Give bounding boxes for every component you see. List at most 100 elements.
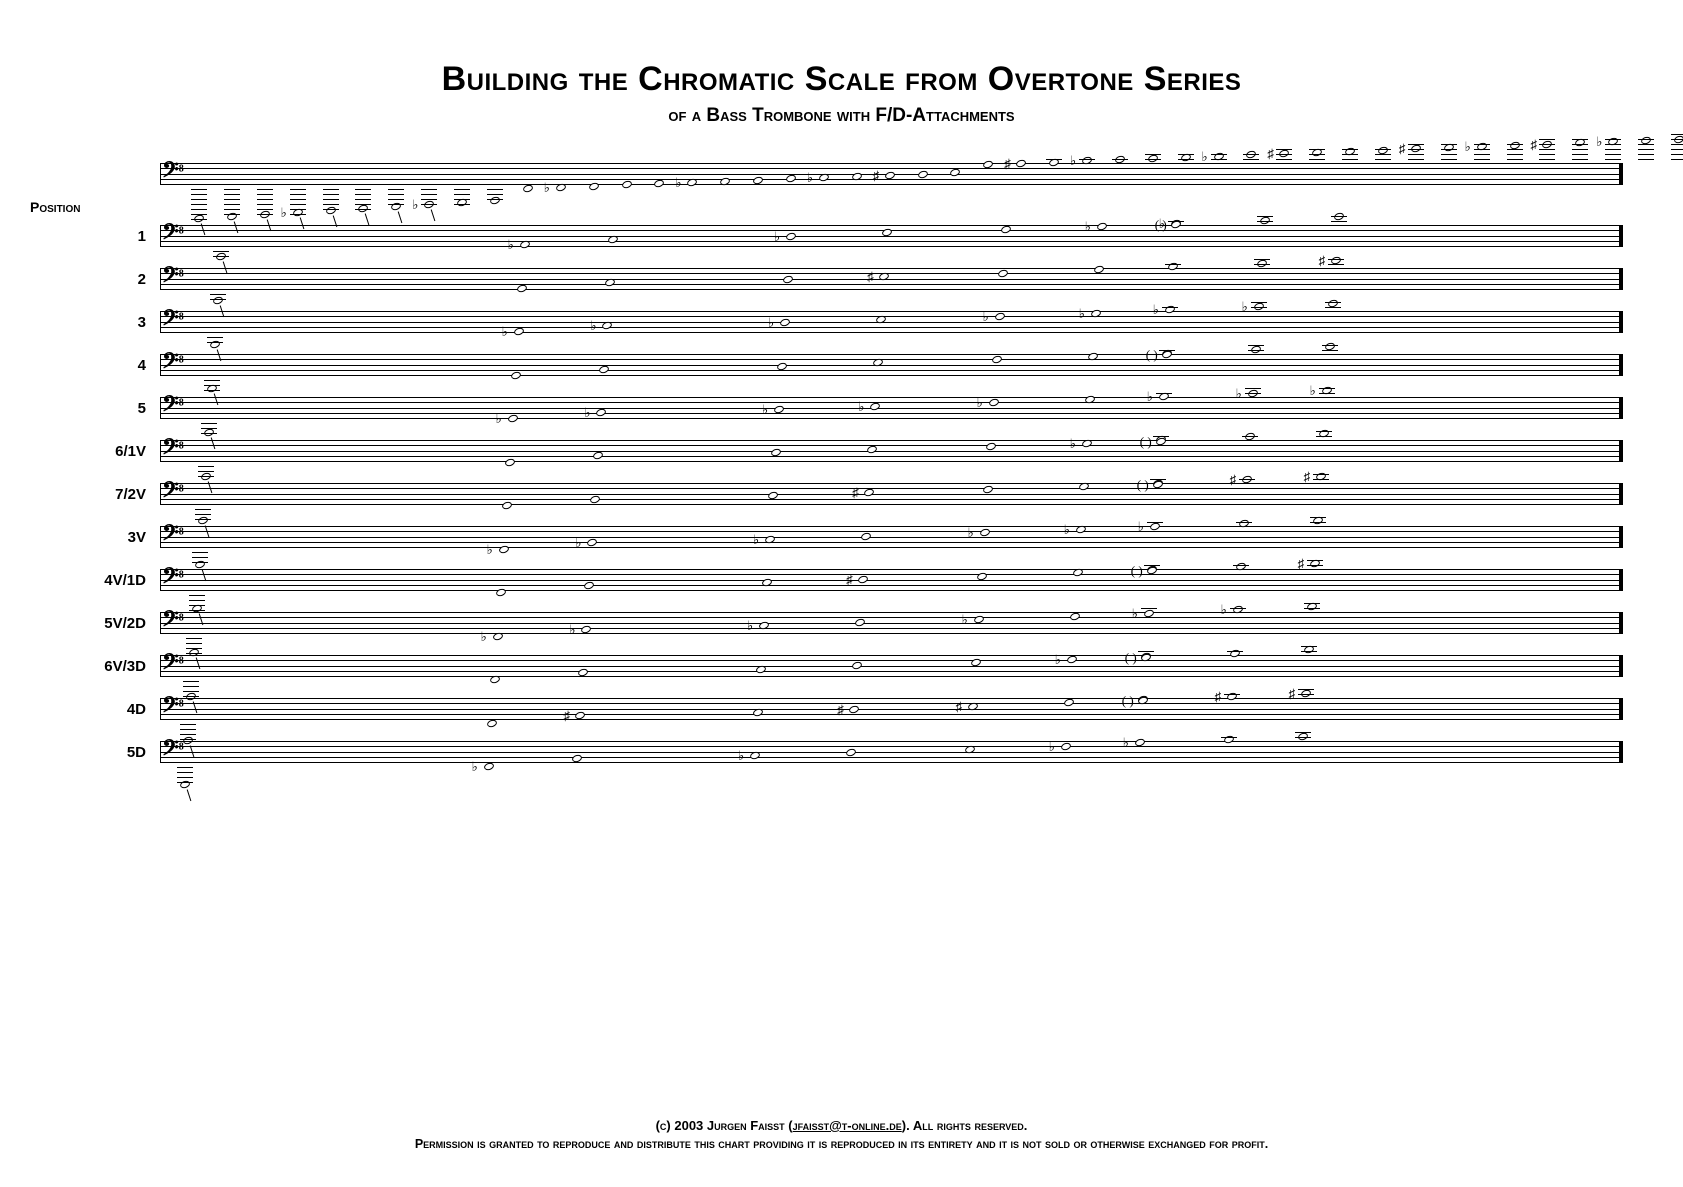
position-row: 6/1V𝄢8♭( ) — [100, 430, 1623, 472]
position-label: 3V — [100, 529, 160, 546]
flat-icon: ♭ — [1236, 386, 1242, 402]
position-label: 5D — [100, 744, 160, 761]
author-email-link[interactable]: jfaisst@t-online.de — [793, 1118, 902, 1133]
header-note — [489, 196, 501, 206]
bass-clef-icon: 𝄢8 — [162, 566, 184, 592]
staff: 𝄢8 ♭ ( ) — [160, 647, 1623, 685]
position-label: 3 — [100, 314, 160, 331]
position-label: 5V/2D — [100, 615, 160, 632]
header-staff: 𝄢8 ♭♭♭♭♭♯♯♭♭♯♯♭♯♭ — [160, 155, 1623, 201]
flat-icon: ♭ — [858, 399, 864, 415]
staff: 𝄢8♯♯ — [160, 260, 1623, 298]
permission-text: Permission is granted to reproduce and d… — [0, 1137, 1683, 1151]
flat-icon: ♭ — [1049, 739, 1055, 755]
parenthesized-note: ( ) — [1140, 434, 1152, 450]
flat-icon: ♭ — [738, 748, 744, 764]
flat-icon: ♭ — [768, 315, 774, 331]
flat-icon: ♭ — [496, 411, 502, 427]
staff: 𝄢8♭♭♭♭( ) — [160, 217, 1623, 255]
flat-icon: ♭ — [481, 629, 487, 645]
bass-clef-icon: 𝄢8 — [162, 738, 184, 764]
flat-icon: ♭ — [1147, 389, 1153, 405]
bass-clef-icon: 𝄢8 — [162, 652, 184, 678]
flat-icon: ♭ — [472, 759, 478, 775]
copyright-text: (c) 2003 Jurgen Faisst ( — [656, 1118, 793, 1133]
staff: 𝄢8♯♯♯♯♯( ) — [160, 690, 1623, 728]
parenthesized-note: ( ) — [1131, 563, 1143, 579]
sharp-icon: ♯ — [956, 699, 963, 715]
staff: 𝄢8♭♭♭♭ — [160, 733, 1623, 771]
flat-icon: ♭ — [977, 395, 983, 411]
staff: 𝄢8♭♭♭♭♭♭♭♭ — [160, 389, 1623, 427]
position-row: 3𝄢8 ♭ ♭ ♭ ♭ ♭ ♭ ♭ — [100, 301, 1623, 343]
parenthesized-note: ( ) — [1122, 693, 1134, 709]
bass-clef-icon: 𝄢8 — [162, 222, 184, 248]
position-label: 6/1V — [100, 443, 160, 460]
staff: 𝄢8♭♭♭♭♭♭ — [160, 604, 1623, 642]
position-row: 4𝄢8 ( ) — [100, 344, 1623, 386]
staff: 𝄢8♭♭♭♭♭♭♭ — [160, 303, 1623, 341]
flat-icon: ♭ — [502, 324, 508, 340]
flat-icon: ♭ — [1123, 735, 1129, 751]
sharp-icon: ♯ — [852, 485, 859, 501]
flat-icon: ♭ — [584, 405, 590, 421]
staff: 𝄢8♭( ) — [160, 432, 1623, 470]
position-row: 5D𝄢8 ♭ ♭ ♭ ♭ — [100, 731, 1623, 773]
flat-icon: ♭ — [983, 309, 989, 325]
flat-icon: ♭ — [1153, 302, 1159, 318]
flat-icon: ♭ — [508, 237, 514, 253]
parenthesized-note: ( ) — [1125, 650, 1137, 666]
flat-icon: ♭ — [1079, 306, 1085, 322]
bass-clef-icon: 𝄢8 — [162, 609, 184, 635]
flat-icon: ♭ — [590, 318, 596, 334]
flat-icon: ♭ — [487, 542, 493, 558]
page-subtitle: of a Bass Trombone with F/D-Attachments — [60, 105, 1623, 127]
parenthesized-note: ( ) — [1146, 347, 1158, 363]
position-label: 1 — [100, 228, 160, 245]
flat-icon: ♭ — [747, 618, 753, 634]
position-label: 7/2V — [100, 486, 160, 503]
flat-icon: ♭ — [1132, 606, 1138, 622]
overtone-chart: Position 𝄢8 ♭♭♭♭♭♯♯♭♭♯♯♭♯♭ 1𝄢8♭♭♭♭( )2𝄢8… — [100, 155, 1623, 773]
flat-icon: ♭ — [753, 532, 759, 548]
bass-clef-icon: 𝄢8 — [162, 351, 184, 377]
flat-icon: ♭ — [1055, 652, 1061, 668]
sharp-icon: ♯ — [1215, 689, 1222, 705]
parenthesized-note: ( ) — [1155, 217, 1167, 233]
header-note — [522, 184, 534, 194]
position-row: 5V/2D𝄢8♭♭♭♭♭♭ — [100, 602, 1623, 644]
bass-clef-icon: 𝄢8 — [162, 480, 184, 506]
flat-icon: ♭ — [569, 622, 575, 638]
flat-icon: ♭ — [1070, 436, 1076, 452]
position-label: 5 — [100, 400, 160, 417]
flat-icon: ♭ — [1242, 299, 1248, 315]
flat-icon: ♭ — [762, 402, 768, 418]
position-label: 2 — [100, 271, 160, 288]
position-row: 6V/3D𝄢8 ♭ ( ) — [100, 645, 1623, 687]
flat-icon: ♭ — [968, 525, 974, 541]
position-label: 4D — [100, 701, 160, 718]
partial-note — [483, 762, 495, 772]
flat-icon: ♭ — [1064, 522, 1070, 538]
flat-icon: ♭ — [774, 229, 780, 245]
position-row: 1𝄢8♭♭♭♭( ) — [100, 215, 1623, 257]
sharp-icon: ♯ — [837, 702, 844, 718]
page-title: Building the Chromatic Scale from Overto… — [60, 60, 1623, 99]
sharp-icon: ♯ — [846, 572, 853, 588]
position-label: 6V/3D — [100, 658, 160, 675]
sharp-icon: ♯ — [563, 708, 570, 724]
bass-clef-icon: 𝄢8 — [162, 308, 184, 334]
position-row: 7/2V𝄢8♯♯♯( ) — [100, 473, 1623, 515]
bass-clef-icon: 𝄢8 — [162, 160, 184, 186]
flat-icon: ♭ — [1085, 219, 1091, 235]
sharp-icon: ♯ — [1319, 253, 1326, 269]
position-column-label: Position — [30, 199, 80, 215]
bass-clef-icon: 𝄢8 — [162, 523, 184, 549]
staff: 𝄢8 ( ) — [160, 346, 1623, 384]
position-row: 4D𝄢8♯♯♯♯♯( ) — [100, 688, 1623, 730]
position-label: 4 — [100, 357, 160, 374]
sharp-icon: ♯ — [1298, 556, 1305, 572]
footer: (c) 2003 Jurgen Faisst (jfaisst@t-online… — [0, 1118, 1683, 1151]
bass-clef-icon: 𝄢8 — [162, 394, 184, 420]
header-note — [621, 180, 633, 190]
